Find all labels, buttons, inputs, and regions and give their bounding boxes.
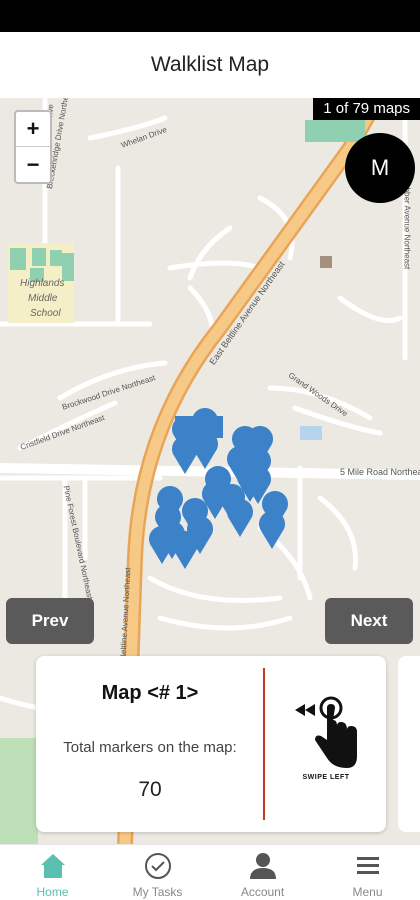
tab-home[interactable]: Home — [0, 845, 105, 900]
home-icon — [40, 854, 65, 878]
map-marker[interactable] — [227, 499, 253, 537]
map-marker[interactable] — [259, 511, 285, 549]
swipe-hand-icon — [295, 696, 357, 768]
zoom-in-button[interactable]: + — [16, 112, 50, 147]
check-circle-icon — [144, 853, 171, 879]
person-icon — [249, 853, 276, 879]
card-divider — [263, 668, 265, 820]
card-info: Map <# 1> Total markers on the map: 70 — [36, 656, 264, 832]
prev-button[interactable]: Prev — [6, 598, 94, 644]
zoom-out-button[interactable]: − — [16, 147, 50, 182]
bottom-tab-bar: Home My Tasks Account Menu — [0, 844, 420, 900]
tab-my-tasks-label: My Tasks — [132, 885, 183, 899]
next-card-peek — [398, 656, 420, 832]
m-button[interactable]: M — [345, 133, 415, 203]
map-info-card[interactable]: Map <# 1> Total markers on the map: 70 S… — [36, 656, 386, 832]
tab-account-label: Account — [240, 885, 285, 899]
tab-menu[interactable]: Menu — [315, 845, 420, 900]
map-count-badge: 1 of 79 maps — [313, 98, 420, 120]
map-view[interactable]: Highlands Middle School Breckenridge Dri… — [0, 98, 420, 844]
map-marker[interactable] — [192, 431, 218, 469]
next-button[interactable]: Next — [325, 598, 413, 644]
markers-label: Total markers on the map: — [63, 739, 237, 756]
tab-menu-label: Menu — [352, 885, 383, 899]
markers-value: 70 — [138, 778, 162, 801]
zoom-control: + − — [14, 110, 52, 184]
swipe-left-hint: SWIPE LEFT — [284, 692, 368, 792]
swipe-hint-text: SWIPE LEFT — [302, 774, 350, 781]
map-marker[interactable] — [148, 526, 175, 564]
tab-my-tasks[interactable]: My Tasks — [105, 845, 210, 900]
app-header: Walklist Map — [0, 32, 420, 98]
hamburger-menu-icon — [356, 857, 379, 874]
tab-account[interactable]: Account — [210, 845, 315, 900]
tab-home-label: Home — [36, 885, 69, 899]
page-title: Walklist Map — [150, 53, 270, 76]
card-title: Map <# 1> — [101, 682, 199, 704]
status-bar — [0, 0, 420, 32]
